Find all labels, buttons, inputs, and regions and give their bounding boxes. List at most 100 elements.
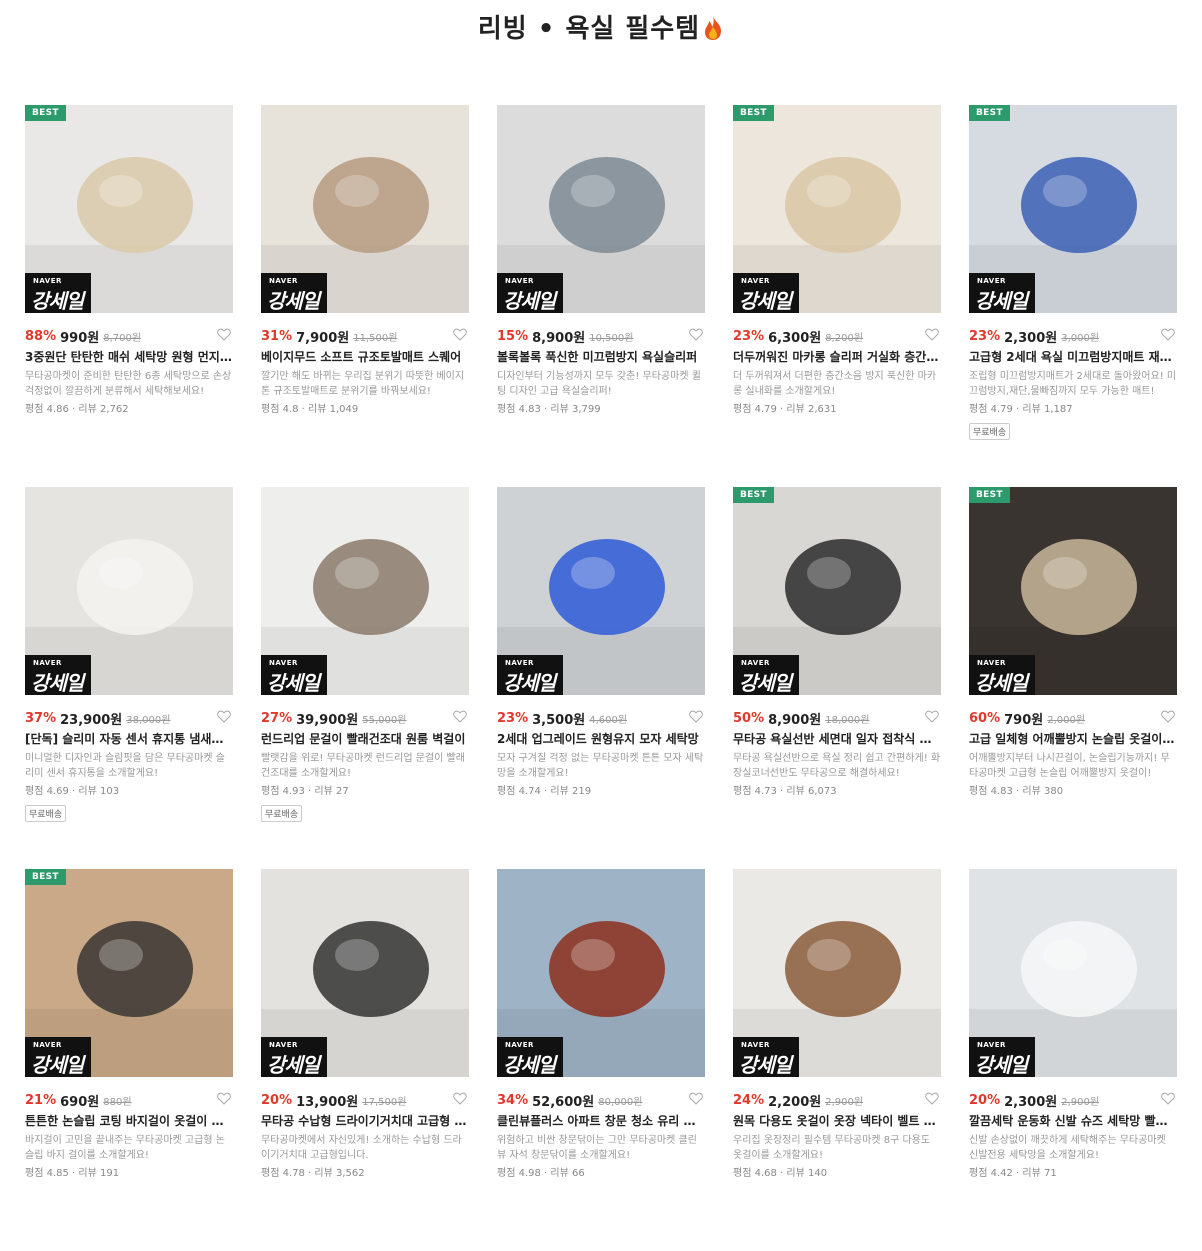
heart-icon[interactable] [453,328,467,341]
product-image[interactable]: BEST NAVER 강세일 [969,105,1177,313]
product-name[interactable]: 볼록볼록 푹신한 미끄럼방지 욕실슬리퍼 [497,348,705,366]
product-card[interactable]: BEST NAVER 강세일 23% 2,300원 3,000원 고급형 2세대 욕실 미끄… [969,105,1177,487]
product-name[interactable]: 2세대 업그레이드 원형유지 모자 세탁망 [497,730,705,748]
product-name[interactable]: 무타공 수납형 드라이기거치대 고급형 선정리 [261,1112,469,1130]
heart-icon[interactable] [925,710,939,723]
product-card[interactable]: BEST NAVER 강세일 60% 790원 2,000원고급 일체형 어깨뿔방지 논슬… [969,487,1177,869]
rating-review: 평점 4.69 · 리뷰 103 [25,786,120,797]
product-image[interactable]: NAVER 강세일 [969,869,1177,1077]
heart-icon[interactable] [1161,328,1175,341]
product-name[interactable]: 튼튼한 논슬립 코팅 바지걸이 옷걸이 세트 [25,1112,233,1130]
logo-top-text: NAVER [505,277,534,285]
rating-review: 평점 4.42 · 리뷰 71 [969,1168,1057,1179]
heart-icon[interactable] [925,1092,939,1105]
product-card[interactable]: NAVER 강세일 37% 23,900원 38,000원 [단독] 슬리미 자동 센서 … [25,487,233,869]
product-card[interactable]: NAVER 강세일 24% 2,200원 2,900원 원목 다용도 옷걸이 옷장 넥타이… [733,869,941,1251]
product-image[interactable]: BEST NAVER 강세일 [733,487,941,695]
heart-icon[interactable] [689,710,703,723]
heart-icon[interactable] [1161,1092,1175,1105]
product-image[interactable]: NAVER 강세일 [497,869,705,1077]
heart-icon[interactable] [689,328,703,341]
product-name[interactable]: 깔끔세탁 운동화 신발 슈즈 세탁망 빨래망 [969,1112,1177,1130]
sale-price: 990원 [60,330,100,346]
price-row: 60% 790원 2,000원 [969,709,1177,728]
sale-price: 52,600원 [532,1094,595,1110]
product-image[interactable]: NAVER 강세일 [261,105,469,313]
review-count: 리뷰 380 [1022,786,1064,797]
review-count: 리뷰 3,799 [550,404,601,415]
product-image[interactable]: NAVER 강세일 [733,869,941,1077]
best-badge: BEST [25,869,66,885]
heart-icon[interactable] [217,328,231,341]
heart-icon[interactable] [453,1092,467,1105]
discount-rate: 34% [497,1092,529,1108]
product-description: 우리집 옷장정리 필수템 무타공마켓 8구 다용도 옷걸이를 소개할게요! [733,1135,931,1161]
product-description: 바지걸이 고민을 끝내주는 무타공마켓 고급형 논슬립 바지 걸이를 소개할게요… [25,1135,225,1161]
product-card[interactable]: NAVER 강세일 15% 8,900원 10,500원 볼록볼록 푹신한 미끄럼방지 욕… [497,105,705,487]
rating: 평점 4.79 [733,404,777,415]
heart-icon[interactable] [925,328,939,341]
rating-review: 평점 4.98 · 리뷰 66 [497,1168,585,1179]
product-name[interactable]: [단독] 슬리미 자동 센서 휴지통 냄새차단 [25,730,233,748]
price-row: 20% 13,900원 17,500원 [261,1091,469,1110]
rating: 평점 4.85 [25,1168,69,1179]
logo-top-text: NAVER [269,659,298,667]
product-name[interactable]: 더두꺼워진 마카롱 슬리퍼 거실화 층간소음 방지 [733,348,941,366]
product-card[interactable]: BEST NAVER 강세일 23% 6,300원 8,200원 더두꺼워진 마카롱 슬리퍼… [733,105,941,487]
product-card[interactable]: BEST NAVER 강세일 88% 990원 8,700원 3중원단 탄탄한 매쉬 세탁망… [25,105,233,487]
rating: 평점 4.86 [25,404,69,415]
rating-review: 평점 4.86 · 리뷰 2,762 [25,404,129,415]
product-description: 깔기만 해도 바뀌는 우리집 분위기 따뜻한 베이지톤 규조토발매트로 분위기를… [261,371,465,397]
review-count: 리뷰 27 [314,786,349,797]
heart-icon[interactable] [453,710,467,723]
product-name[interactable]: 무타공 욕실선반 세면대 일자 접착식 선반 [733,730,941,748]
product-name[interactable]: 고급형 2세대 욕실 미끄럼방지매트 재단가능 [969,348,1177,366]
product-image[interactable]: BEST NAVER 강세일 [733,105,941,313]
product-card[interactable]: BEST NAVER 강세일 21% 690원 880원튼튼한 논슬립 코팅 바지걸이 옷… [25,869,233,1251]
review-count: 리뷰 140 [786,1168,828,1179]
discount-rate: 20% [969,1092,1001,1108]
logo-main-text: 강세일 [31,671,84,695]
product-name[interactable]: 클린뷰플러스 아파트 창문 청소 유리 자석 닦이 [497,1112,705,1130]
product-image[interactable]: BEST NAVER 강세일 [25,105,233,313]
naver-sale-logo: NAVER 강세일 [969,655,1035,695]
product-card[interactable]: NAVER 강세일 27% 39,900원 55,000원 런드리업 문걸이 빨래건조대 … [261,487,469,869]
product-name[interactable]: 런드리업 문걸이 빨래건조대 원룸 벽걸이 [261,730,469,748]
product-image[interactable]: BEST NAVER 강세일 [25,869,233,1077]
product-card[interactable]: NAVER 강세일 20% 2,300원 2,900원 깔끔세탁 운동화 신발 슈즈 세탁… [969,869,1177,1251]
product-card[interactable]: NAVER 강세일 34% 52,600원 80,000원 클린뷰플러스 아파트 창문 청… [497,869,705,1251]
product-image[interactable]: NAVER 강세일 [25,487,233,695]
product-image[interactable]: NAVER 강세일 [497,487,705,695]
heart-icon[interactable] [217,710,231,723]
rating: 평점 4.78 [261,1168,305,1179]
product-card[interactable]: NAVER 강세일 20% 13,900원 17,500원무타공 수납형 드라이기거치대… [261,869,469,1251]
product-name[interactable]: 고급 일체형 어깨뿔방지 논슬립 옷걸이 세트 [969,730,1177,748]
rating: 평점 4.93 [261,786,305,797]
price-row: 21% 690원 880원 [25,1091,233,1110]
product-name[interactable]: 베이지무드 소프트 규조토발매트 스퀘어 [261,348,469,366]
product-card[interactable]: BEST NAVER 강세일 50% 8,900원 18,000원 무타공 욕실선반 세면대… [733,487,941,869]
product-image[interactable]: NAVER 강세일 [261,869,469,1077]
original-price: 2,900원 [825,1096,864,1108]
heart-icon[interactable] [689,1092,703,1105]
product-name[interactable]: 3중원단 탄탄한 매쉬 세탁망 원형 먼지 방지 세탁망 [25,348,233,366]
product-card[interactable]: NAVER 강세일 23% 3,500원 4,600원 2세대 업그레이드 원형유지 모자… [497,487,705,869]
product-card[interactable]: NAVER 강세일 31% 7,900원 11,500원 베이지무드 소프트 규조토발매트… [261,105,469,487]
heart-icon[interactable] [217,1092,231,1105]
naver-sale-logo: NAVER 강세일 [733,1037,799,1077]
naver-sale-logo: NAVER 강세일 [969,273,1035,313]
logo-top-text: NAVER [741,277,770,285]
logo-top-text: NAVER [977,659,1006,667]
product-image[interactable]: NAVER 강세일 [261,487,469,695]
sale-price: 8,900원 [768,712,822,728]
rating-review: 평점 4.74 · 리뷰 219 [497,786,592,797]
heart-icon[interactable] [1161,710,1175,723]
naver-sale-logo: NAVER 강세일 [733,655,799,695]
logo-main-text: 강세일 [975,1053,1028,1077]
free-shipping-tag: 무료배송 [25,805,67,822]
logo-main-text: 강세일 [267,289,320,313]
product-image[interactable]: NAVER 강세일 [497,105,705,313]
logo-main-text: 강세일 [739,289,792,313]
product-name[interactable]: 원목 다용도 옷걸이 옷장 넥타이 벨트 모자걸이 [733,1112,941,1130]
product-image[interactable]: BEST NAVER 강세일 [969,487,1177,695]
